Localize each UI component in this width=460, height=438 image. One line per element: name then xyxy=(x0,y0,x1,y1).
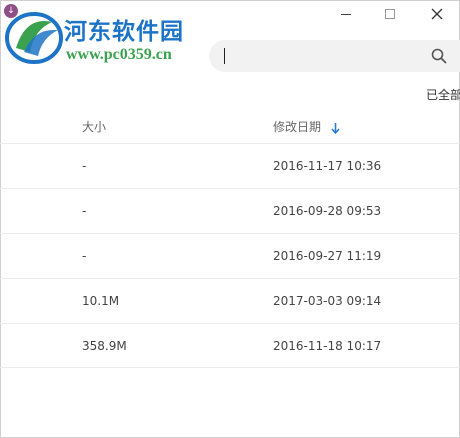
minimize-button[interactable] xyxy=(334,4,358,24)
search-input[interactable] xyxy=(223,46,413,66)
cell-date: 2016-11-18 10:17 xyxy=(273,339,382,353)
arrow-down-icon xyxy=(331,122,340,134)
column-header-size[interactable]: 大小 xyxy=(82,118,106,135)
maximize-button[interactable] xyxy=(378,4,402,24)
search-box[interactable] xyxy=(209,40,460,72)
cell-date: 2016-09-28 09:53 xyxy=(273,204,382,218)
table-row[interactable]: 10.1M 2017-03-03 09:14 xyxy=(0,279,460,323)
cell-date: 2017-03-03 09:14 xyxy=(273,294,382,308)
cell-date: 2016-11-17 10:36 xyxy=(273,159,382,173)
watermark: ↓ 河东软件园 www.pc0359.cn xyxy=(0,0,210,72)
cell-size: - xyxy=(82,159,87,173)
table-row[interactable]: - 2016-09-28 09:53 xyxy=(0,189,460,233)
minimize-icon xyxy=(341,14,351,15)
column-header-date-label: 修改日期 xyxy=(273,120,322,134)
cell-size: - xyxy=(82,204,87,218)
search-icon[interactable] xyxy=(431,48,447,64)
table-row[interactable]: 358.9M 2016-11-18 10:17 xyxy=(0,324,460,368)
table-row[interactable]: - 2016-09-27 11:19 xyxy=(0,234,460,278)
row-divider xyxy=(0,367,460,368)
cell-size: - xyxy=(82,249,87,263)
table-row[interactable]: - 2016-11-17 10:36 xyxy=(0,144,460,188)
cell-size: 358.9M xyxy=(82,339,127,353)
selected-all-label[interactable]: 已全部 xyxy=(426,86,460,103)
maximize-icon xyxy=(385,9,395,19)
cell-size: 10.1M xyxy=(82,294,120,308)
close-icon xyxy=(431,8,443,20)
download-badge-icon: ↓ xyxy=(4,4,18,18)
text-caret xyxy=(224,48,225,64)
watermark-title: 河东软件园 xyxy=(64,18,184,45)
close-button[interactable] xyxy=(425,4,449,24)
watermark-url: www.pc0359.cn xyxy=(66,46,172,63)
column-header-date[interactable]: 修改日期 xyxy=(273,118,340,135)
cell-date: 2016-09-27 11:19 xyxy=(273,249,382,263)
